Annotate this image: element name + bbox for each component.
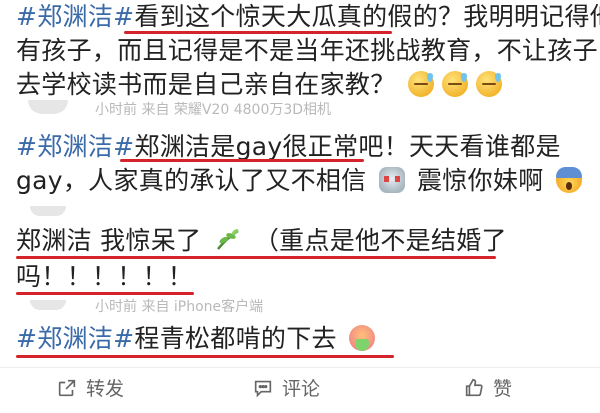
post-text: 有孩子，而且记得是不是当年还挑战教育，不让孩子 — [16, 36, 598, 65]
post-text: 吗！！！！！！ — [16, 262, 194, 291]
sweat-emoji-icon — [407, 71, 434, 97]
post-1-line-2: 有孩子，而且记得是不是当年还挑战教育，不让孩子 — [16, 34, 598, 68]
avatar — [30, 206, 66, 216]
repost-label: 转发 — [86, 378, 125, 400]
comment-label: 评论 — [282, 378, 321, 400]
post-text: 郑渊洁是gay很正常吧！天天看谁都是 — [134, 132, 561, 161]
post-2-line-2: gay，人家真的承认了又不相信 震惊你妹啊 — [16, 164, 586, 198]
hashtag-link[interactable]: #郑渊洁# — [16, 324, 134, 353]
post-2: #郑渊洁#郑渊洁是gay很正常吧！天天看谁都是 gay，人家真的承认了又不相信 … — [0, 118, 600, 216]
hashtag-link[interactable]: #郑渊洁# — [16, 2, 134, 31]
sweat-emoji-icon — [441, 71, 468, 97]
red-underline — [16, 355, 394, 358]
post-1-line-3: 去学校读书而是自己亲自在家教？ — [16, 68, 506, 102]
post-text: 震惊你妹啊 — [417, 166, 544, 195]
post-3-line-1: 郑渊洁 我惊呆了 （重点是他不是结婚了 — [16, 224, 507, 258]
red-underline — [120, 159, 364, 162]
repost-button[interactable]: 转发 — [56, 374, 124, 401]
sweat-emoji-icon — [475, 71, 502, 97]
sprout-icon — [216, 229, 239, 250]
post-1: #郑渊洁#看到这个惊天大瓜真的假的？我明明记得他 有孩子，而且记得是不是当年还挑… — [0, 0, 600, 118]
avatar — [30, 300, 66, 310]
like-label: 赞 — [493, 378, 513, 400]
comment-icon — [254, 380, 272, 397]
thumbs-up-icon — [465, 378, 483, 396]
post-text: 去学校读书而是自己亲自在家教？ — [16, 70, 396, 99]
vomit-emoji-icon — [349, 325, 376, 351]
post-text: （重点是他不是结婚了 — [253, 226, 507, 255]
share-icon — [58, 379, 76, 396]
red-underline — [16, 256, 496, 259]
post-text: gay，人家真的承认了又不相信 — [16, 166, 367, 195]
comment-button[interactable]: 评论 — [252, 374, 320, 401]
action-bar: 转发 评论 赞 — [0, 368, 600, 413]
robot-emoji-icon — [378, 167, 405, 193]
post-3: 郑渊洁 我惊呆了 （重点是他不是结婚了 吗！！！！！！ 小时前 来自 iPhon… — [0, 222, 600, 315]
like-button[interactable]: 赞 — [463, 374, 512, 401]
shocked-emoji-icon — [555, 167, 582, 193]
post-3-line-2: 吗！！！！！！ — [16, 260, 193, 294]
post-4-line-1: #郑渊洁#程青松都啃的下去 — [16, 322, 379, 356]
avatar — [28, 100, 68, 114]
post-text: 郑渊洁 我惊呆了 — [16, 226, 202, 255]
post-text: 看到这个惊天大瓜真的假的？我明明记得他 — [134, 2, 600, 31]
post-text: 程青松都啃的下去 — [134, 324, 337, 353]
red-underline — [16, 292, 194, 295]
post-meta: 小时前 来自 iPhone客户端 — [95, 299, 264, 315]
post-4: #郑渊洁#程青松都啃的下去 — [0, 318, 600, 364]
post-1-line-1: #郑渊洁#看到这个惊天大瓜真的假的？我明明记得他 — [16, 0, 600, 34]
post-meta: 小时前 来自 荣耀V20 4800万3D相机 — [95, 102, 332, 118]
hashtag-link[interactable]: #郑渊洁# — [16, 132, 134, 161]
